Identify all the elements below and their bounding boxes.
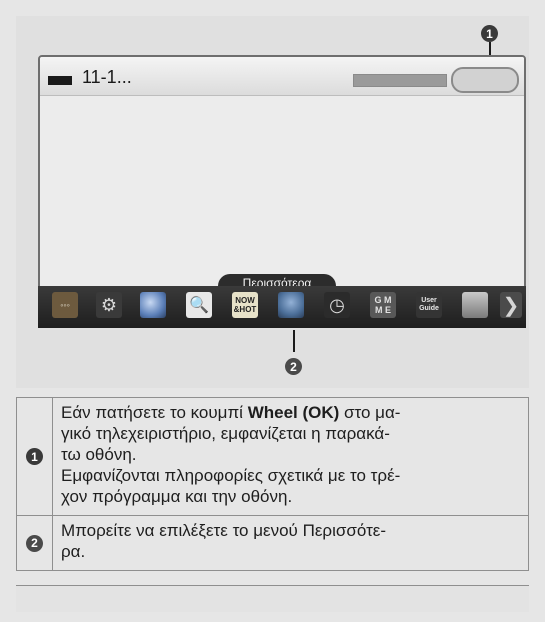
wheel-ok-label: Wheel (OK) (247, 403, 340, 422)
channel-number: 11-1... (82, 67, 132, 87)
callout-1-marker: 1 (26, 448, 43, 465)
more-menu-bar: ◦◦◦ ⚙ 🔍 NOW &HOT ◷ G M M E User Guide ❯ (38, 286, 526, 328)
row2-line1: Μπορείτε να επιλέξετε το μενού Περισσότε… (61, 521, 387, 540)
globe-icon[interactable] (140, 292, 166, 318)
game-icon[interactable]: G M M E (370, 292, 396, 318)
row-description: Μπορείτε να επιλέξετε το μενού Περισσότε… (52, 515, 529, 571)
channel-info-bar: 11-1... (40, 57, 524, 96)
next-icon[interactable]: ❯ (500, 292, 522, 318)
info-pill-button[interactable] (451, 67, 519, 93)
row1-line2: γικό τηλεχειριστήριο, εμφανίζεται η παρα… (61, 424, 390, 443)
row-number-cell: 1 (16, 397, 53, 516)
apps-icon[interactable] (278, 292, 304, 318)
row1-line3: τω οθόνη. (61, 445, 137, 464)
program-progress-bar (353, 74, 447, 87)
user-guide-icon[interactable]: User Guide (416, 292, 442, 318)
table-row: 1 Εάν πατήσετε το κουμπί Wheel (OK) στο … (16, 397, 529, 516)
row1-line4: Εμφανίζονται πληροφορίες σχετικά με το τ… (61, 466, 401, 485)
row1-line5: χον πρόγραμμα και την οθόνη. (61, 487, 293, 506)
callout-1: 1 (481, 25, 498, 42)
input-icon[interactable]: ◦◦◦ (52, 292, 78, 318)
row1-line1-prefix: Εάν πατήσετε το κουμπί (61, 403, 248, 422)
table-row: 2 Μπορείτε να επιλέξετε το μενού Περισσό… (16, 515, 529, 571)
clock-icon[interactable]: ◷ (324, 292, 350, 318)
row2-line2: ρα. (61, 542, 86, 561)
callout-2: 2 (285, 358, 302, 375)
explanation-table: 1 Εάν πατήσετε το κουμπί Wheel (OK) στο … (16, 397, 529, 571)
search-icon[interactable]: 🔍 (186, 292, 212, 318)
table-footer (16, 585, 529, 612)
callout-2-line (293, 330, 295, 352)
row-number-cell: 2 (16, 515, 53, 571)
channel-logo (48, 76, 72, 85)
callout-2-marker: 2 (26, 534, 43, 552)
now-hot-icon[interactable]: NOW &HOT (232, 292, 258, 318)
row1-line1-suffix: στο μα- (339, 403, 401, 422)
list-icon[interactable] (462, 292, 488, 318)
settings-icon[interactable]: ⚙ (96, 292, 122, 318)
row-description: Εάν πατήσετε το κουμπί Wheel (OK) στο μα… (52, 397, 529, 516)
